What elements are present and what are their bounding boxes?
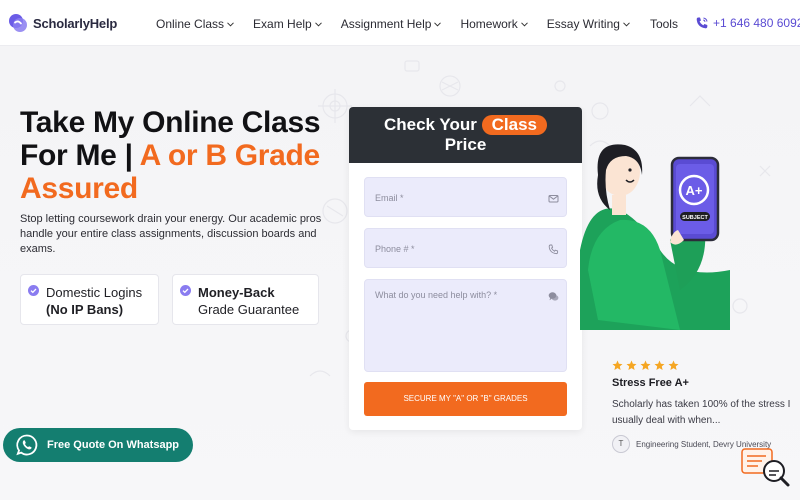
feature-text: Domestic Logins (No IP Bans) — [46, 284, 142, 318]
testimonial-title: Stress Free A+ — [612, 377, 689, 389]
testimonial-body: Scholarly has taken 100% of the stress I… — [612, 399, 791, 426]
feature-line-2: Grade Guarantee — [198, 302, 300, 317]
form-title-line2: Price — [444, 135, 487, 154]
email-placeholder: Email * — [375, 193, 404, 203]
phone-link[interactable]: +1 646 480 6092 — [695, 16, 800, 30]
check-circle-icon — [28, 285, 39, 296]
nav-item-label: Assignment Help — [340, 17, 432, 31]
star-icon — [612, 360, 623, 370]
email-field[interactable]: Email * — [364, 177, 567, 217]
hero-subtext: Stop letting coursework drain your energ… — [20, 213, 322, 255]
nav-item-label: Tools — [649, 17, 678, 31]
phone-icon — [696, 17, 708, 29]
logo[interactable]: ScholarlyHelp — [8, 13, 117, 33]
nav-item-essay-writing[interactable]: Essay Writing — [547, 17, 630, 31]
phone-grade-text: A+ — [686, 183, 703, 198]
phone-placeholder: Phone # * — [375, 244, 415, 254]
help-textarea[interactable]: What do you need help with? * — [364, 279, 567, 372]
chevron-down-icon — [227, 21, 234, 27]
nav-item-tools[interactable]: Tools — [650, 17, 678, 31]
avatar: T — [612, 435, 630, 453]
rating-stars — [612, 360, 682, 371]
whatsapp-quote-button[interactable]: Free Quote On Whatsapp — [3, 428, 193, 462]
nav-item-exam-help[interactable]: Exam Help — [253, 17, 322, 31]
whatsapp-icon — [16, 434, 38, 456]
chevron-down-icon — [434, 21, 442, 27]
logo-icon — [9, 14, 27, 32]
form-title-prefix: Check Your — [383, 115, 477, 134]
whatsapp-label: Free Quote On Whatsapp — [47, 439, 180, 451]
feature-money-back: Money-Back Grade Guarantee — [172, 274, 319, 325]
price-form-card: Check Your Class Price Email * Phone # *… — [349, 107, 582, 430]
phone-number: +1 646 480 6092 — [713, 16, 800, 30]
nav-item-label: Online Class — [156, 17, 225, 31]
form-title-pill: Class — [481, 115, 547, 135]
nav-item-label: Homework — [460, 17, 518, 31]
feature-line-1: Domestic Logins — [46, 285, 143, 300]
chevron-down-icon — [623, 21, 630, 27]
feature-line-2: (No IP Bans) — [46, 302, 124, 317]
nav-item-online-class[interactable]: Online Class — [156, 17, 234, 31]
chevron-down-icon — [520, 21, 528, 27]
nav-item-label: Exam Help — [253, 17, 312, 31]
nav-item-label: Essay Writing — [546, 17, 620, 31]
help-placeholder: What do you need help with? * — [375, 290, 498, 300]
phone-field[interactable]: Phone # * — [364, 228, 567, 268]
hero-headline: Take My Online Class For Me | A or B Gra… — [20, 106, 340, 205]
star-icon — [654, 360, 665, 370]
student-illustration: A+ SUBJECT — [580, 144, 730, 330]
form-title: Check Your Class — [349, 115, 582, 135]
check-circle-icon — [180, 285, 191, 296]
nav-item-homework[interactable]: Homework — [460, 17, 528, 31]
feature-text: Money-Back Grade Guarantee — [198, 284, 299, 318]
star-icon — [668, 360, 679, 370]
chat-bubble-icon — [548, 292, 559, 301]
star-icon — [640, 360, 651, 370]
mail-icon — [548, 195, 559, 203]
main-nav: Online Class Exam Help Assignment Help H… — [156, 17, 678, 31]
chevron-down-icon — [314, 21, 322, 27]
phone-badge-text: SUBJECT — [682, 215, 708, 221]
site-header: ScholarlyHelp Online Class Exam Help Ass… — [0, 0, 800, 46]
nav-item-assignment-help[interactable]: Assignment Help — [341, 17, 442, 31]
logo-text: ScholarlyHelp — [33, 15, 118, 31]
feature-line-1: Money-Back — [198, 285, 275, 300]
star-icon — [626, 360, 637, 370]
phone-icon — [548, 244, 559, 255]
submit-button[interactable]: SECURE MY "A" OR "B" GRADES — [364, 382, 567, 416]
form-header: Check Your Class Price — [349, 107, 582, 163]
feature-domestic-logins: Domestic Logins (No IP Bans) — [20, 274, 159, 325]
chat-widget-icon[interactable] — [740, 445, 792, 489]
